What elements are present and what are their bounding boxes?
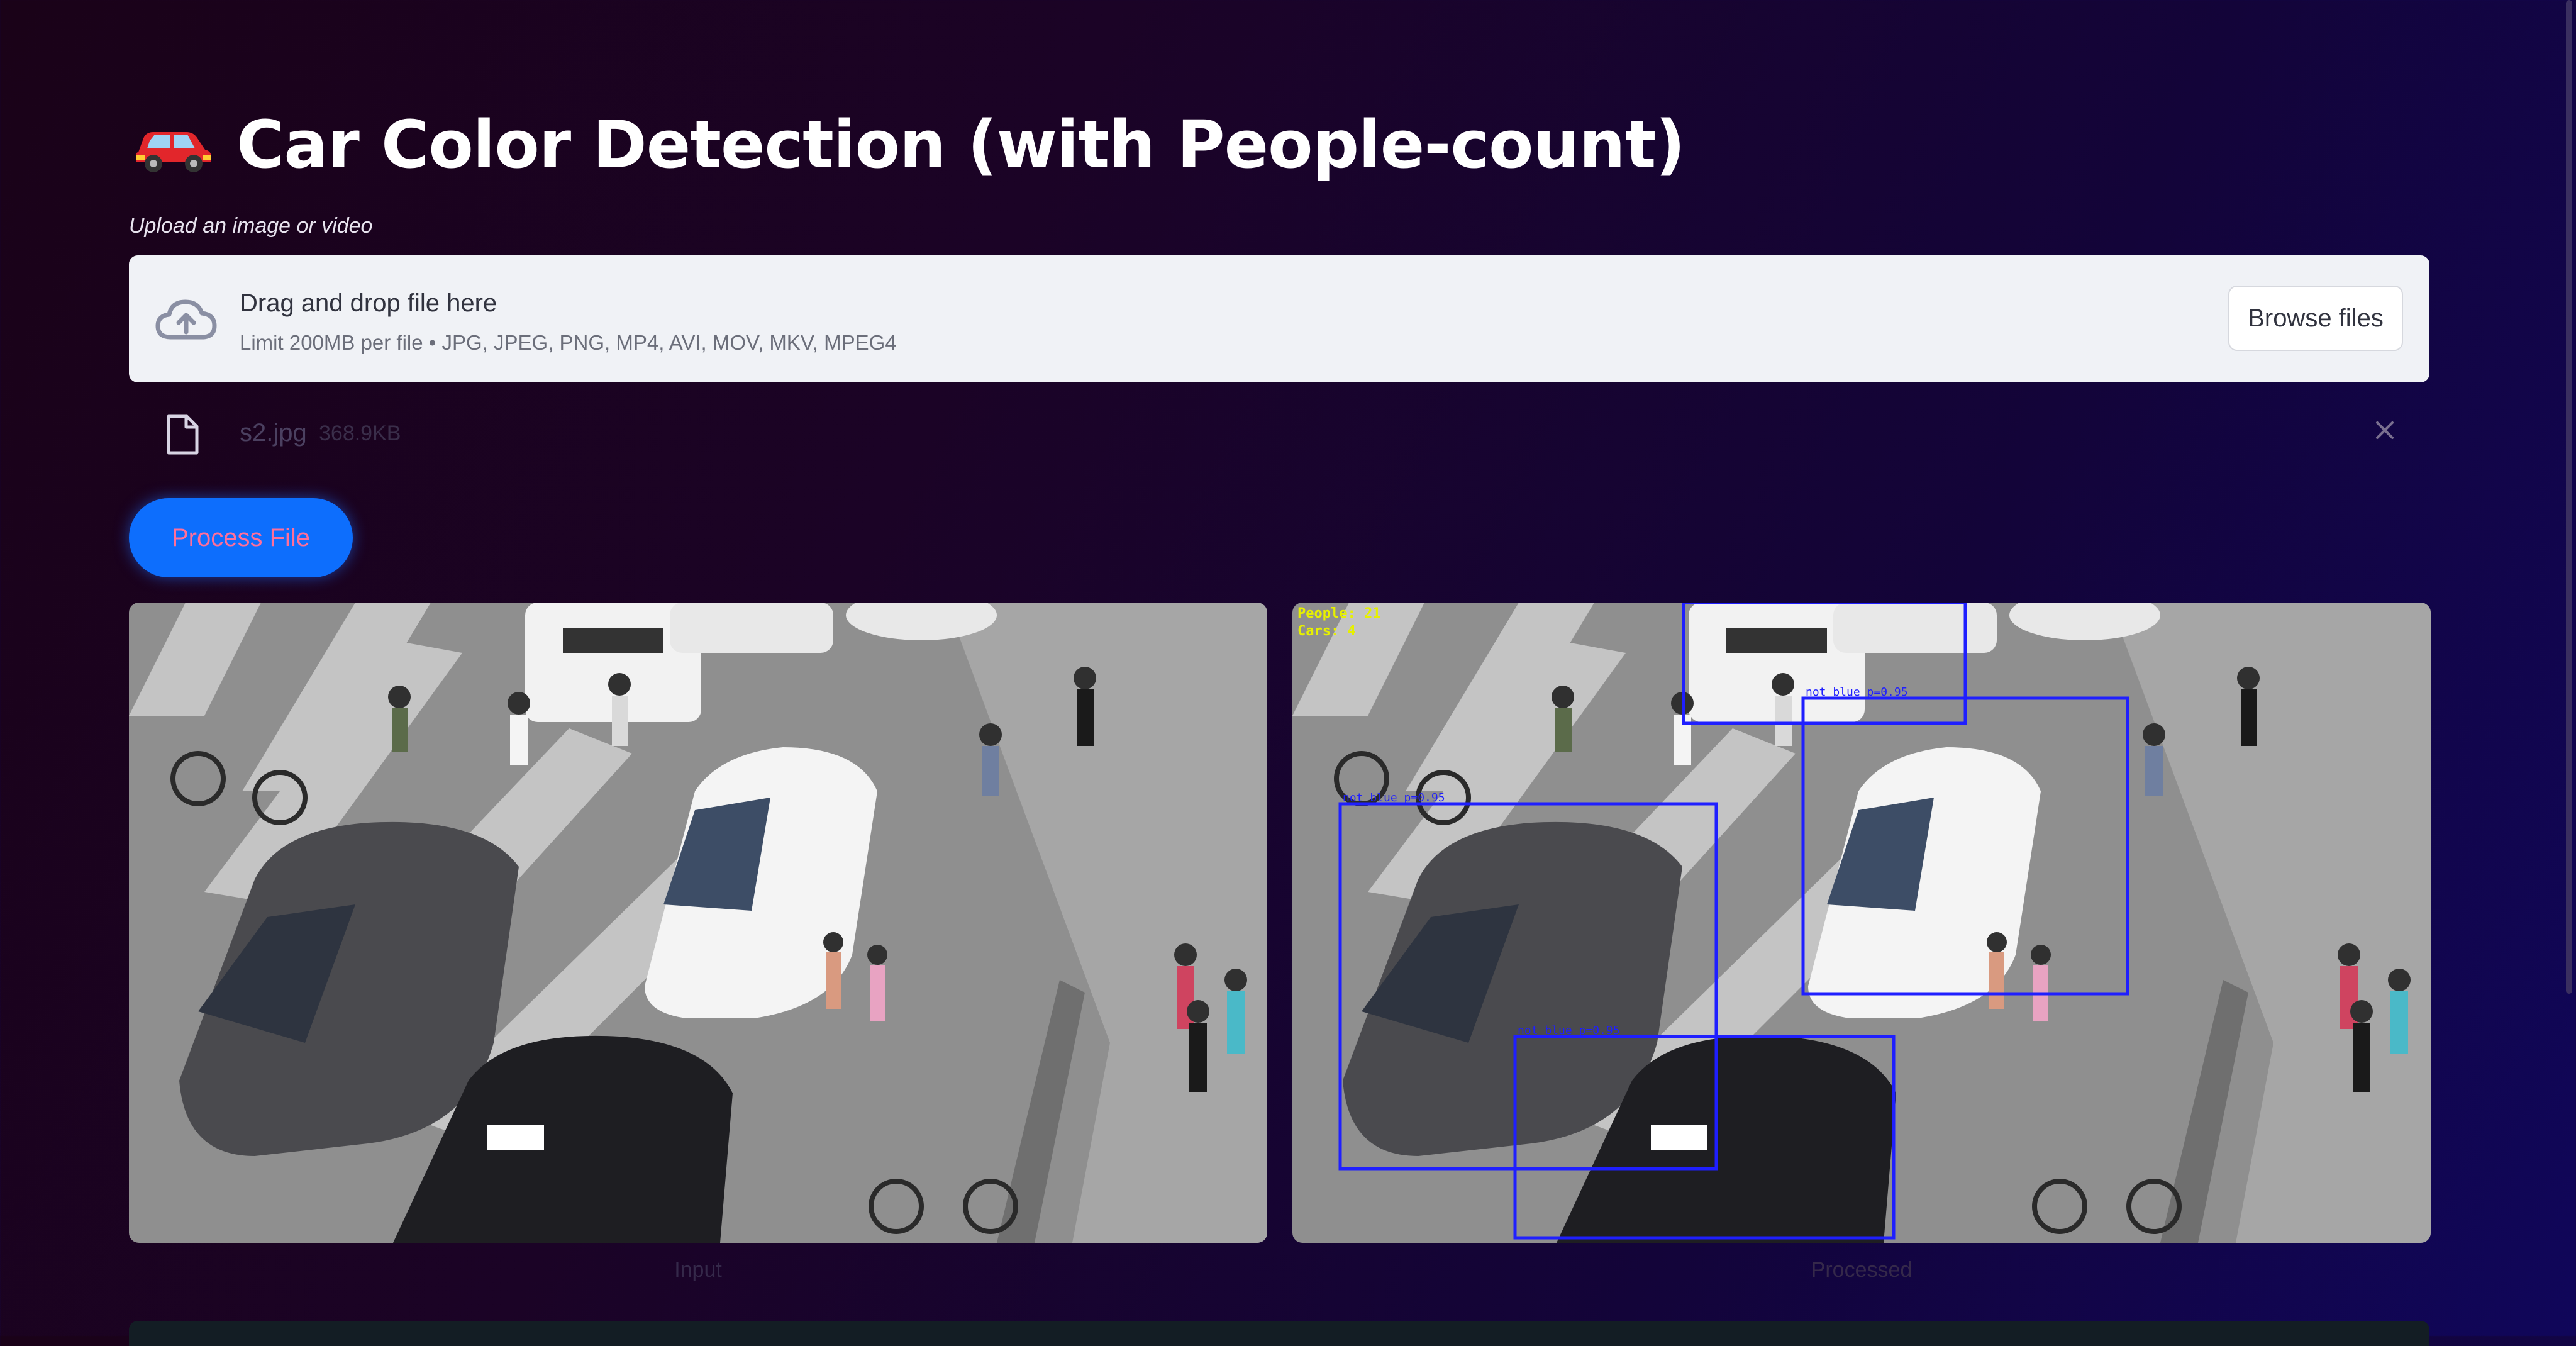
upload-label: Upload an image or video — [129, 214, 373, 238]
people-count-overlay: People: 21 — [1297, 606, 1380, 621]
processed-image: not_blue p=0.95 not_blue p=0.95 not_blue… — [1292, 603, 2431, 1243]
process-file-button[interactable]: Process File — [129, 498, 353, 577]
detection-label: not_blue p=0.95 — [1806, 686, 1908, 699]
processed-caption: Processed — [1811, 1258, 1913, 1282]
dropzone-title: Drag and drop file here — [240, 289, 497, 317]
browse-files-button[interactable]: Browse files — [2228, 286, 2403, 351]
car-icon — [136, 132, 211, 172]
cloud-upload-icon — [155, 299, 217, 340]
dropzone-limit-text: Limit 200MB per file • JPG, JPEG, PNG, M… — [240, 331, 897, 354]
next-section-container — [129, 1321, 2429, 1346]
detection-label: not_blue p=0.95 — [1518, 1024, 1620, 1037]
car-count-overlay: Cars: 4 — [1297, 623, 1356, 639]
uploaded-file-name: s2.jpg — [240, 419, 307, 447]
street-scene-photo — [129, 603, 1267, 1243]
file-icon — [167, 414, 199, 455]
remove-file-close-icon[interactable] — [2371, 416, 2399, 444]
uploaded-file-row: s2.jpg 368.9KB — [129, 403, 2429, 465]
title-row: Car Color Detection (with People-count) — [132, 101, 1685, 189]
input-image — [129, 603, 1267, 1243]
file-dropzone[interactable]: Drag and drop file here Limit 200MB per … — [129, 255, 2429, 382]
input-caption: Input — [674, 1258, 722, 1282]
page-title: Car Color Detection (with People-count) — [236, 106, 1685, 183]
vertical-scrollbar[interactable] — [2566, 0, 2572, 994]
uploaded-file-size: 368.9KB — [319, 421, 401, 445]
detection-label: not_blue p=0.95 — [1343, 791, 1445, 804]
processed-street-scene-photo: not_blue p=0.95 not_blue p=0.95 not_blue… — [1292, 603, 2431, 1243]
